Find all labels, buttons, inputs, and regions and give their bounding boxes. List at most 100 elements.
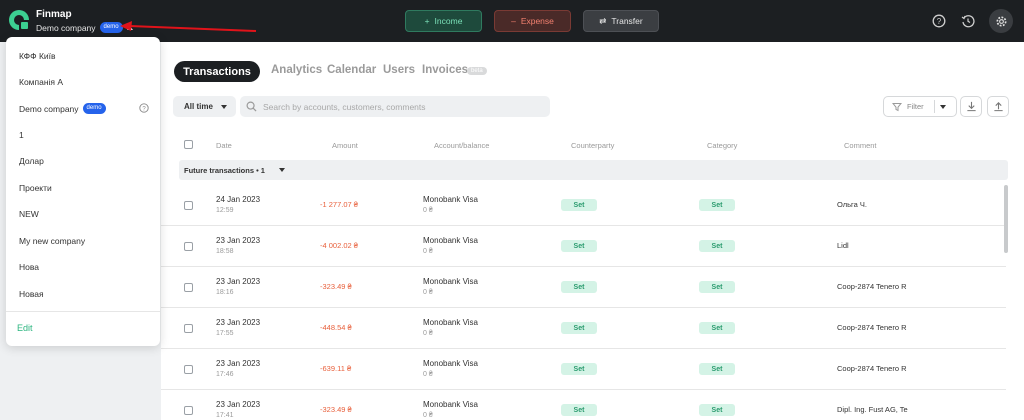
finmap-logo-icon [9,10,30,31]
table-row[interactable]: 23 Jan 2023 17:55 -448.54 ₴ Monobank Vis… [161,308,1006,349]
row-comment: Coop-2874 Tenero R [837,282,907,291]
current-company: Demo company [36,22,96,33]
tab-analytics[interactable]: Analytics [271,64,322,76]
filter-funnel-icon [892,102,902,111]
annotation-arrow-icon [120,21,257,32]
set-category-button[interactable]: Set [699,199,735,211]
settings-gear-icon[interactable] [989,9,1013,33]
income-button[interactable]: + Income [405,10,482,32]
future-transactions-toggle[interactable]: Future transactions • 1 [179,160,1008,180]
company-option[interactable]: Проекти [19,183,52,193]
row-amount: -323.49 ₴ [320,282,352,291]
filter-button[interactable]: Filter [883,96,957,117]
table-row[interactable]: 23 Jan 2023 18:58 -4 002.02 ₴ Monobank V… [161,226,1006,267]
set-counterparty-button[interactable]: Set [561,363,597,375]
company-option[interactable]: Нова [19,262,39,272]
transfer-button[interactable]: ⇄ Transfer [583,10,659,32]
row-balance: 0 ₴ [423,248,433,255]
row-checkbox[interactable] [184,242,193,251]
row-comment: Coop-2874 Tenero R [837,364,907,373]
row-balance: 0 ₴ [423,412,433,419]
tab-transactions[interactable]: Transactions [174,61,260,82]
row-account: Monobank Visa [423,359,478,368]
set-counterparty-button[interactable]: Set [561,322,597,334]
upload-button[interactable] [987,96,1009,117]
row-comment: Dipl. Ing. Fust AG, Te [837,405,908,414]
set-counterparty-button[interactable]: Set [561,281,597,293]
row-date: 23 Jan 2023 [216,318,261,327]
svg-text:?: ? [937,17,942,26]
row-balance: 0 ₴ [423,371,433,378]
set-category-button[interactable]: Set [699,240,735,252]
company-option[interactable]: КФФ Київ [19,51,56,61]
set-counterparty-button[interactable]: Set [561,240,597,252]
row-account: Monobank Visa [423,277,478,286]
row-checkbox[interactable] [184,365,193,374]
header-counterparty[interactable]: Counterparty [571,141,614,150]
row-account: Monobank Visa [423,236,478,245]
demo-badge: demo [82,103,106,114]
row-checkbox[interactable] [184,283,193,292]
set-category-button[interactable]: Set [699,363,735,375]
company-option-demo[interactable]: Demo company demo [19,103,106,114]
company-option[interactable]: NEW [19,209,39,219]
row-comment: Lidl [837,241,849,250]
row-amount: -4 002.02 ₴ [320,241,358,250]
history-icon[interactable] [958,11,978,31]
table-row[interactable]: 23 Jan 2023 18:16 -323.49 ₴ Monobank Vis… [161,267,1006,308]
set-counterparty-button[interactable]: Set [561,404,597,416]
row-time: 17:46 [216,371,234,378]
table-row[interactable]: 24 Jan 2023 12:59 -1 277.07 ₴ Monobank V… [161,185,1006,226]
row-amount: -323.49 ₴ [320,405,352,414]
download-button[interactable] [960,96,982,117]
help-icon[interactable]: ? [929,11,949,31]
row-balance: 0 ₴ [423,289,433,296]
set-category-button[interactable]: Set [699,322,735,334]
company-option[interactable]: Долар [19,156,44,166]
row-checkbox[interactable] [184,324,193,333]
upload-icon [993,102,1003,112]
row-checkbox[interactable] [184,201,193,210]
company-option[interactable]: 1 [19,130,24,140]
tab-users[interactable]: Users [383,64,415,76]
table-row[interactable]: 23 Jan 2023 17:41 -323.49 ₴ Monobank Vis… [161,390,1006,420]
search-input[interactable] [263,101,543,112]
expense-button[interactable]: – Expense [494,10,571,32]
row-comment: Ольга Ч. [837,200,867,209]
company-option[interactable]: Компанія А [19,77,63,87]
row-time: 12:59 [216,207,234,214]
set-category-button[interactable]: Set [699,404,735,416]
table-row[interactable]: 23 Jan 2023 17:46 -639.11 ₴ Monobank Vis… [161,349,1006,390]
header-amount[interactable]: Amount [332,141,358,150]
download-icon [966,101,976,112]
header-category[interactable]: Category [707,141,737,150]
period-select[interactable]: All time [173,96,236,117]
row-account: Monobank Visa [423,318,478,327]
row-checkbox[interactable] [184,406,193,415]
edit-companies-link[interactable]: Edit [17,323,33,333]
header-account[interactable]: Account/balance [434,141,489,150]
row-date: 23 Jan 2023 [216,277,261,286]
set-category-button[interactable]: Set [699,281,735,293]
header-comment[interactable]: Comment [844,141,877,150]
chevron-down-icon [220,104,227,109]
minus-icon: – [511,16,516,26]
plus-icon: + [424,16,430,26]
header-date[interactable]: Date [216,141,232,150]
row-amount: -448.54 ₴ [320,323,352,332]
table-scrollbar[interactable] [1004,185,1008,253]
company-option[interactable]: Новая [19,289,44,299]
info-icon[interactable]: ? [139,103,149,113]
row-comment: Coop-2874 Tenero R [837,323,907,332]
row-date: 23 Jan 2023 [216,400,261,409]
tab-invoices[interactable]: Invoices [422,64,468,76]
filter-chevron-down-icon[interactable] [940,105,946,109]
search-box[interactable] [240,96,550,117]
row-amount: -639.11 ₴ [320,364,352,373]
row-amount: -1 277.07 ₴ [320,200,358,209]
company-option[interactable]: My new company [19,236,85,246]
set-counterparty-button[interactable]: Set [561,199,597,211]
select-all-checkbox[interactable] [184,140,193,149]
row-date: 23 Jan 2023 [216,236,261,245]
tab-calendar[interactable]: Calendar [327,64,376,76]
